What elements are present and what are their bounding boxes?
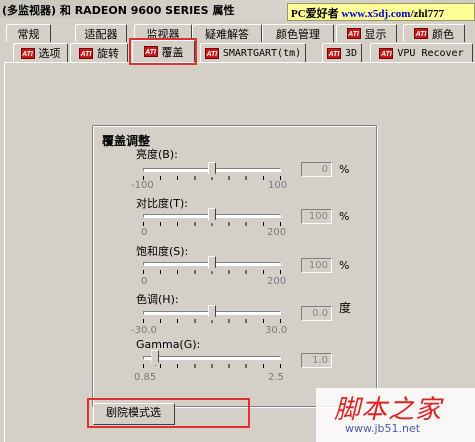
saturation-label: 饱和度(S): [136, 245, 189, 258]
ati-logo-icon: ATI [379, 47, 394, 59]
tab-ati-rotation[interactable]: ATI 旋转 [70, 43, 128, 62]
tab-label: 适配器 [84, 27, 118, 41]
tab-general[interactable]: 常规 [6, 24, 51, 42]
gamma-track[interactable] [143, 356, 281, 360]
tab-ati-smartgart[interactable]: ATI SMARTGART(tm) [200, 43, 306, 62]
ati-logo-icon: ATI [346, 28, 361, 39]
hue-max: 30.0 [265, 325, 288, 336]
ati-logo-icon: ATI [414, 28, 428, 39]
ati-logo-icon: ATI [20, 47, 35, 59]
brightness-value[interactable]: 0 [301, 162, 332, 177]
brightness-unit: % [339, 163, 350, 176]
tab-ati-3d[interactable]: ATI 3D [322, 43, 362, 62]
hue-value[interactable]: 0.0 [301, 306, 332, 321]
ati-logo-icon: ATI [143, 46, 158, 57]
contrast-value[interactable]: 100 [301, 209, 332, 224]
watermark-post: /zhl777 [410, 8, 445, 20]
watermark-pre: PC爱好者 [291, 8, 339, 20]
tab-ati-options[interactable]: ATI 选项 [13, 43, 68, 62]
tab-label: 选项 [38, 47, 61, 60]
gamma-ticks [143, 364, 281, 368]
contrast-label: 对比度(T): [136, 197, 189, 210]
tab-ati-color[interactable]: ATI 颜色 [403, 24, 465, 42]
tab-troubleshoot[interactable]: 疑难解答 [192, 24, 262, 42]
gamma-min: 0.85 [134, 372, 157, 383]
watermark-mid: www.x5dj.com [338, 8, 411, 20]
ati-logo-icon: ATI [79, 47, 93, 59]
tab-label: 疑难解答 [205, 27, 249, 41]
tab-label: 旋转 [97, 47, 119, 60]
contrast-unit: % [339, 210, 350, 223]
hue-min: -30.0 [131, 325, 157, 336]
contrast-max: 200 [267, 227, 287, 238]
corner-watermark-text: 脚本之家 [334, 395, 443, 425]
contrast-min: 0 [141, 227, 148, 238]
gamma-value[interactable]: 1.0 [301, 353, 332, 368]
tab-ati-display[interactable]: ATI 显示 [336, 24, 397, 42]
saturation-value[interactable]: 100 [301, 258, 332, 273]
gamma-label: Gamma(G): [136, 338, 201, 351]
tab-label: VPU Recover [397, 47, 464, 59]
site-watermark-top: PC爱好者 www.x5dj.com/zhl777 [287, 3, 475, 21]
brightness-max: 100 [268, 180, 288, 191]
tab-ati-vpu-recover[interactable]: ATI VPU Recover [370, 43, 473, 62]
brightness-label: 亮度(B): [136, 148, 178, 161]
theater-mode-button[interactable]: 剧院模式选 [93, 403, 175, 425]
saturation-unit: % [339, 259, 350, 272]
ati-logo-icon: ATI [204, 47, 219, 59]
corner-watermark-url: www.jb51.net [345, 422, 421, 435]
saturation-max: 200 [267, 276, 287, 287]
tab-label: 3D [344, 47, 358, 59]
tab-label: 常规 [17, 27, 40, 41]
tab-label: SMARTGART(tm) [222, 47, 302, 59]
tab-color-management[interactable]: 颜色管理 [262, 24, 334, 42]
hue-label: 色调(H): [136, 293, 179, 306]
ati-logo-icon: ATI [326, 47, 341, 59]
tab-label: 颜色 [432, 27, 454, 41]
saturation-min: 0 [141, 276, 148, 287]
tab-ati-overlay[interactable]: ATI 覆盖 [132, 40, 195, 62]
tab-label: 覆盖 [161, 45, 184, 59]
tab-adapter[interactable]: 适配器 [75, 24, 127, 42]
gamma-max: 2.5 [268, 372, 284, 383]
tab-label: 显示 [364, 27, 387, 41]
hue-unit: 度 [339, 301, 352, 315]
window-title: (多监视器) 和 RADEON 9600 SERIES 属性 [2, 4, 235, 17]
brightness-min: -100 [131, 180, 154, 191]
tab-label: 颜色管理 [276, 27, 320, 41]
